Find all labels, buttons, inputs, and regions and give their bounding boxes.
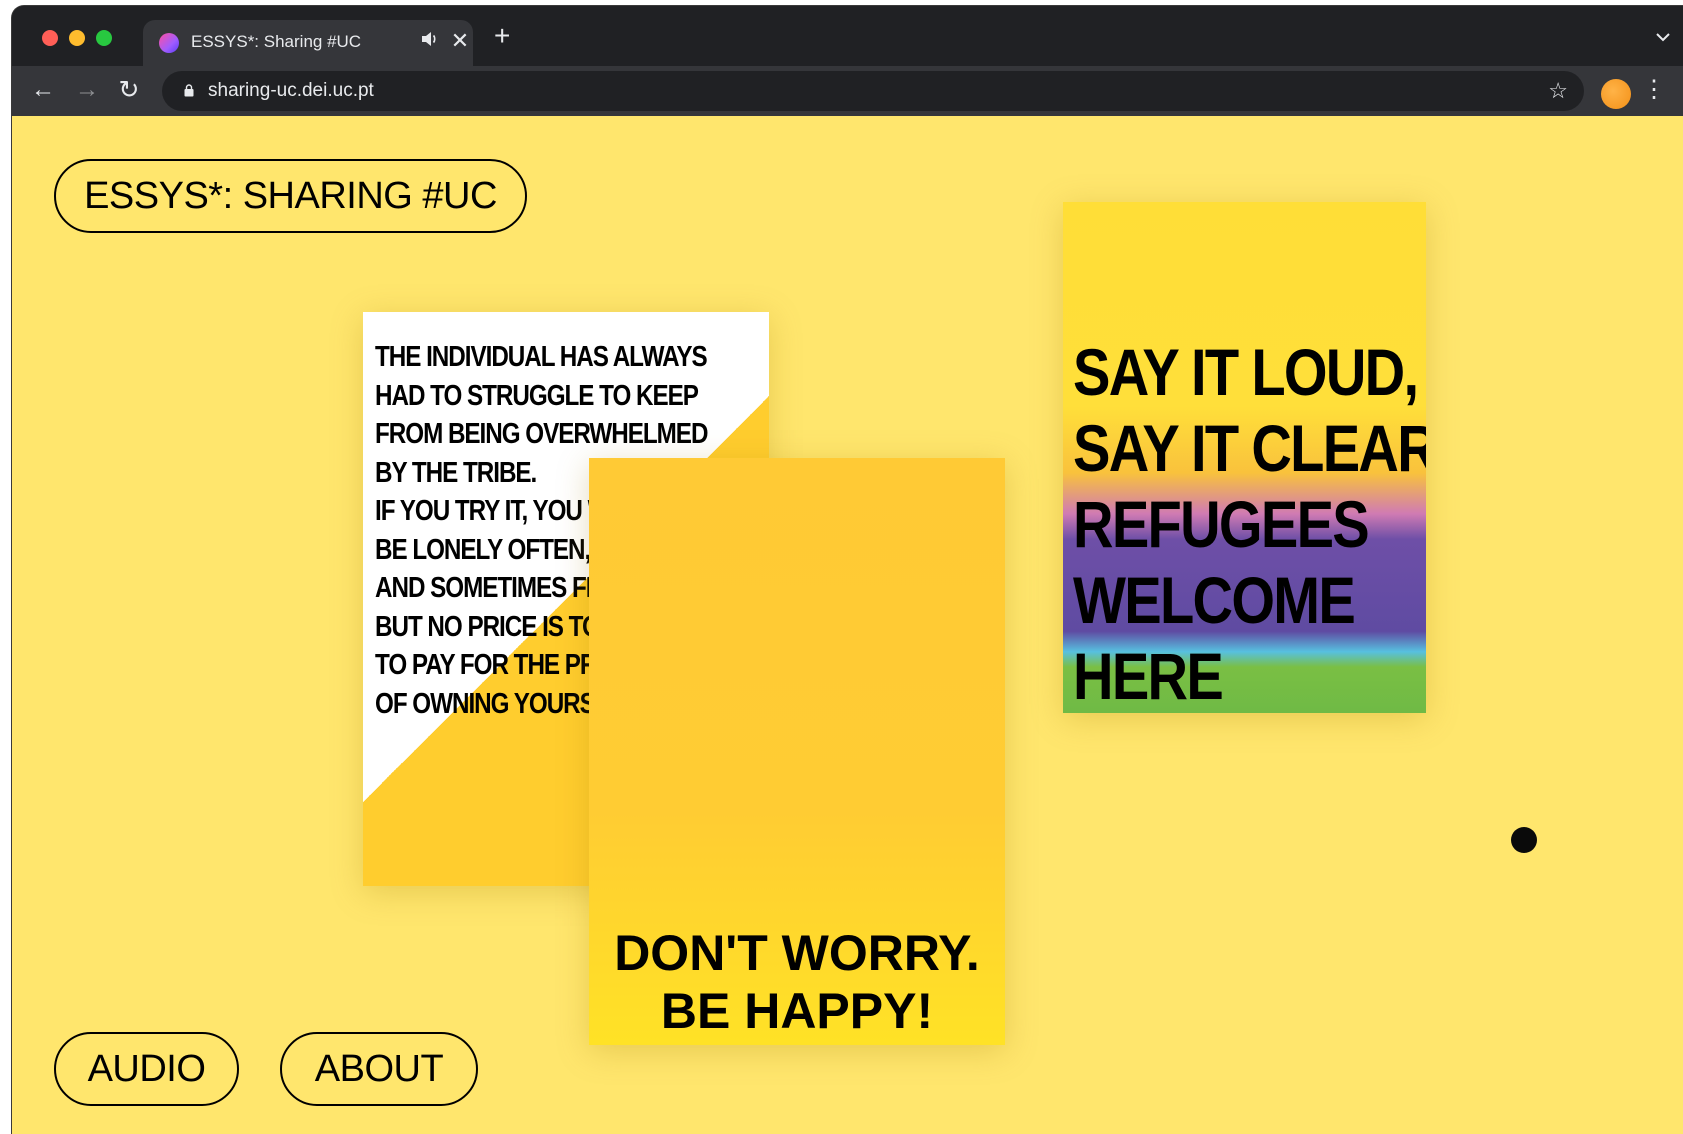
forward-button[interactable]: → — [72, 76, 102, 104]
back-button[interactable]: ← — [28, 76, 58, 104]
page-content: ESSYS*: SHARING #UC THE INDIVIDUAL HAS A… — [12, 116, 1683, 1134]
browser-window: ESSYS*: Sharing #UC ✕ + ← → ↻ sharing-uc… — [12, 6, 1683, 1134]
about-button[interactable]: ABOUT — [280, 1032, 478, 1106]
tab-title: ESSYS*: Sharing #UC — [191, 32, 362, 51]
audio-button[interactable]: AUDIO — [54, 1032, 239, 1106]
profile-avatar[interactable] — [1601, 79, 1631, 109]
cursor-dot — [1511, 827, 1537, 853]
tab-close-icon[interactable]: ✕ — [449, 28, 471, 54]
lock-icon — [184, 84, 194, 97]
bookmark-star-icon[interactable]: ☆ — [1548, 78, 1568, 104]
close-window-button[interactable] — [42, 30, 58, 46]
favicon-icon — [159, 33, 179, 53]
maximize-window-button[interactable] — [96, 30, 112, 46]
tab-strip: ESSYS*: Sharing #UC ✕ + — [12, 6, 1683, 66]
poster-dont-worry-text: DON'T WORRY. BE HAPPY! — [614, 925, 980, 1039]
speaker-icon[interactable] — [421, 31, 439, 52]
new-tab-button[interactable]: + — [494, 22, 510, 50]
browser-toolbar: ← → ↻ sharing-uc.dei.uc.pt ☆ ⋮ — [12, 66, 1683, 116]
poster-refugees-text: SAY IT LOUD, SAY IT CLEAR REFUGEES WELCO… — [1073, 335, 1426, 713]
poster-refugees-welcome[interactable]: SAY IT LOUD, SAY IT CLEAR REFUGEES WELCO… — [1063, 202, 1426, 713]
minimize-window-button[interactable] — [69, 30, 85, 46]
chevron-down-icon[interactable] — [1655, 26, 1671, 47]
reload-button[interactable]: ↻ — [114, 76, 144, 104]
poster-dont-worry[interactable]: DON'T WORRY. BE HAPPY! — [589, 458, 1005, 1045]
site-title-button[interactable]: ESSYS*: SHARING #UC — [54, 159, 527, 233]
menu-icon[interactable]: ⋮ — [1642, 76, 1666, 104]
url-text: sharing-uc.dei.uc.pt — [208, 80, 374, 101]
address-bar[interactable]: sharing-uc.dei.uc.pt ☆ — [162, 71, 1584, 111]
tab-essys-sharing[interactable]: ESSYS*: Sharing #UC ✕ — [143, 20, 473, 66]
